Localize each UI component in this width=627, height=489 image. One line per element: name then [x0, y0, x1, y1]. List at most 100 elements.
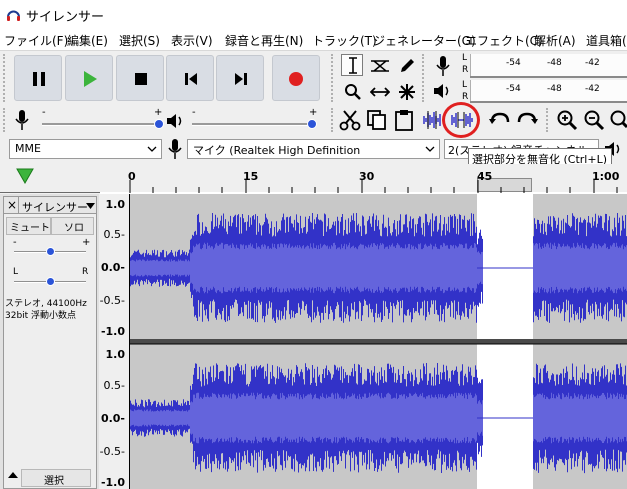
draw-tool[interactable]: [395, 54, 417, 76]
toolbar-grip[interactable]: [3, 54, 8, 102]
rec-vol-max: +: [154, 107, 163, 118]
track-menu-arrow-icon[interactable]: [86, 203, 95, 209]
meter-play-r: R: [462, 92, 469, 102]
recording-volume-thumb[interactable]: [154, 119, 164, 129]
meter-tick: -48: [547, 58, 562, 68]
microphone-icon[interactable]: [435, 55, 451, 77]
meter-tick: -54: [506, 84, 521, 94]
zoom-grip[interactable]: [546, 108, 551, 132]
rec-vol-min: -: [42, 107, 46, 118]
play-at-position-icon[interactable]: [16, 168, 34, 184]
track-control-panel[interactable]: × サイレンサー ミュート ソロ - + L R ステレオ, 44100Hz 3…: [3, 196, 97, 489]
meter-grip[interactable]: [422, 54, 427, 102]
menu-analyze[interactable]: 解析(A): [534, 32, 576, 49]
mixer-grip[interactable]: [3, 108, 8, 132]
gain-thumb[interactable]: [46, 247, 55, 256]
play-button[interactable]: [65, 55, 113, 101]
multi-tool[interactable]: [395, 80, 417, 102]
envelope-tool[interactable]: [368, 54, 390, 76]
audio-host-select[interactable]: MME: [9, 139, 162, 159]
header-divider: [18, 197, 19, 214]
zoom-out-icon[interactable]: [583, 109, 605, 131]
record-button[interactable]: [272, 55, 320, 101]
y-label-top: 1.0: [105, 348, 126, 361]
record-icon: [289, 72, 303, 86]
y-label: -0.5-: [99, 445, 125, 458]
playback-volume-thumb[interactable]: [307, 119, 317, 129]
skip-start-icon: [185, 73, 197, 85]
fit-selection-icon[interactable]: [609, 109, 627, 131]
ruler-ticks: [129, 180, 618, 193]
menu-transport[interactable]: 録音と再生(N): [225, 32, 303, 49]
trim-audio-icon[interactable]: [420, 110, 442, 130]
menu-effect[interactable]: エフェクト(C): [465, 32, 543, 49]
play-vol-max: +: [309, 107, 318, 118]
waveform-rms: [130, 392, 627, 444]
solo-button[interactable]: ソロ: [51, 217, 94, 235]
chevron-down-icon: [147, 146, 157, 152]
scissors-icon[interactable]: [339, 109, 361, 131]
menu-view[interactable]: 表示(V): [171, 32, 213, 49]
collapse-track-icon[interactable]: [7, 468, 19, 480]
recording-volume-slider[interactable]: [42, 123, 160, 126]
meter-rec-r: R: [462, 65, 469, 75]
zoom-in-icon[interactable]: [556, 109, 578, 131]
undo-icon[interactable]: [488, 110, 512, 130]
chevron-down-icon: [425, 146, 435, 152]
mute-button[interactable]: ミュート: [6, 217, 51, 235]
menu-select[interactable]: 選択(S): [119, 32, 160, 49]
double-arrow-icon: [370, 87, 390, 97]
pause-button[interactable]: [14, 55, 62, 101]
meter-tick: -54: [506, 58, 521, 68]
meter-play-l: L: [462, 80, 468, 90]
stop-button[interactable]: [116, 55, 164, 101]
selection-tool[interactable]: [341, 54, 363, 76]
zoom-tool[interactable]: [341, 80, 363, 102]
recording-device-select[interactable]: マイク (Realtek High Definition: [187, 139, 440, 159]
pan-left-label: L: [13, 267, 19, 277]
pan-thumb[interactable]: [46, 277, 55, 286]
meter-rec-l: L: [462, 53, 468, 63]
y-label: 0.0-: [100, 412, 125, 425]
i-beam-icon: [349, 57, 357, 74]
paste-icon[interactable]: [393, 109, 415, 131]
edit-grip[interactable]: [331, 108, 336, 132]
waveform-display[interactable]: [130, 194, 627, 489]
y-label: 0.0-: [100, 261, 125, 274]
magnifier-icon: [345, 84, 361, 100]
track-name-menu[interactable]: サイレンサー: [22, 199, 88, 215]
waveform-rms: [130, 242, 627, 294]
menu-tracks[interactable]: トラック(T): [312, 32, 377, 49]
gain-max-label: +: [82, 237, 91, 248]
pencil-icon: [401, 59, 414, 72]
skip-to-end-button[interactable]: [216, 55, 264, 101]
menu-generate[interactable]: ジェネレーター(G): [373, 32, 476, 49]
select-track-button[interactable]: 選択: [21, 469, 91, 487]
copy-icon[interactable]: [366, 109, 388, 131]
y-label: -1.0: [100, 325, 125, 338]
redo-icon[interactable]: [515, 110, 539, 130]
time-shift-tool[interactable]: [368, 80, 390, 102]
window-title: サイレンサー: [26, 10, 105, 25]
microphone-icon: [168, 139, 182, 159]
recording-device-value: マイク (Realtek High Definition: [193, 144, 361, 157]
play-icon: [84, 71, 97, 87]
skip-to-start-button[interactable]: [166, 55, 214, 101]
menu-tools[interactable]: 道具箱(O): [586, 32, 627, 49]
skip-end-icon: [235, 73, 247, 85]
pause-icon: [33, 72, 45, 86]
playback-volume-slider[interactable]: [192, 123, 314, 126]
menu-bar: ファイル(F) 編集(E) 選択(S) 表示(V) 録音と再生(N) トラック(…: [0, 30, 627, 50]
select-label: 選択: [44, 476, 64, 487]
speaker-icon[interactable]: [433, 82, 453, 100]
title-bar: サイレンサー: [0, 0, 627, 30]
close-track-icon[interactable]: ×: [7, 198, 17, 212]
y-label: -0.5-: [99, 294, 125, 307]
microphone-icon: [15, 110, 29, 130]
menu-file[interactable]: ファイル(F): [4, 32, 68, 49]
menu-edit[interactable]: 編集(E): [67, 32, 108, 49]
audio-host-value: MME: [15, 142, 41, 155]
tools-grip[interactable]: [331, 54, 336, 102]
play-vol-min: -: [192, 107, 196, 118]
asterisk-icon: [399, 84, 415, 100]
